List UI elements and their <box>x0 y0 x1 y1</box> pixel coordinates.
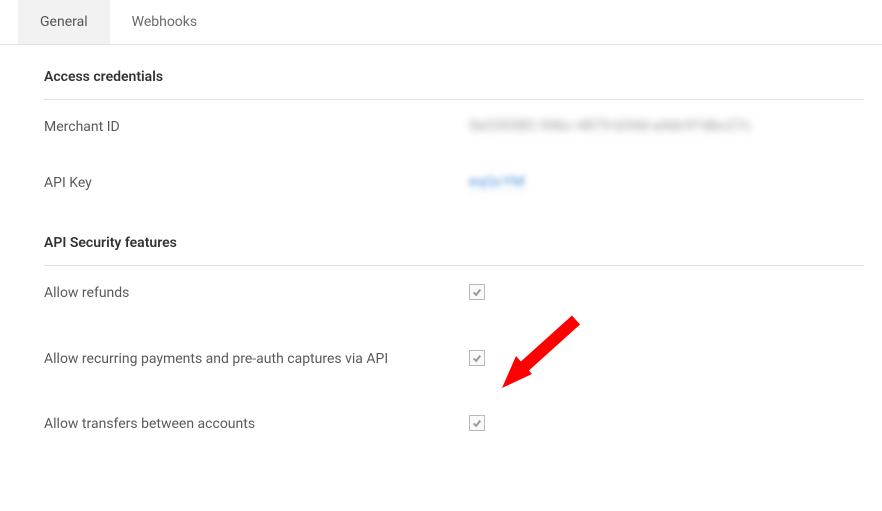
api-key-text[interactable]: eqQcYM <box>469 174 525 192</box>
row-merchant-id: Merchant ID 5e235382-34bc-4879-b54d-a4dc… <box>44 100 864 156</box>
row-allow-refunds: Allow refunds <box>44 266 864 322</box>
check-icon <box>472 353 482 363</box>
tab-general[interactable]: General <box>18 0 110 44</box>
check-icon <box>472 418 482 428</box>
merchant-id-text: 5e235382-34bc-4879-b54d-a4dc97dbc27c <box>469 118 751 134</box>
merchant-id-value: 5e235382-34bc-4879-b54d-a4dc97dbc27c <box>469 118 864 134</box>
section-title-security: API Security features <box>44 211 864 266</box>
allow-transfers-label: Allow transfers between accounts <box>44 415 469 435</box>
content-area: Access credentials Merchant ID 5e235382-… <box>0 45 882 453</box>
tabs-bar: General Webhooks <box>0 0 882 45</box>
api-key-label: API Key <box>44 174 469 194</box>
tab-webhooks[interactable]: Webhooks <box>110 0 220 44</box>
merchant-id-label: Merchant ID <box>44 118 469 138</box>
allow-refunds-checkbox[interactable] <box>469 284 485 300</box>
check-icon <box>472 287 482 297</box>
allow-transfers-checkbox[interactable] <box>469 415 485 431</box>
row-allow-recurring: Allow recurring payments and pre-auth ca… <box>44 322 864 398</box>
section-title-credentials: Access credentials <box>44 45 864 100</box>
allow-refunds-label: Allow refunds <box>44 284 469 304</box>
row-allow-transfers: Allow transfers between accounts <box>44 397 864 453</box>
row-api-key: API Key eqQcYM <box>44 156 864 212</box>
api-key-value: eqQcYM <box>469 174 864 192</box>
allow-recurring-label: Allow recurring payments and pre-auth ca… <box>44 350 469 370</box>
allow-recurring-checkbox[interactable] <box>469 350 485 366</box>
